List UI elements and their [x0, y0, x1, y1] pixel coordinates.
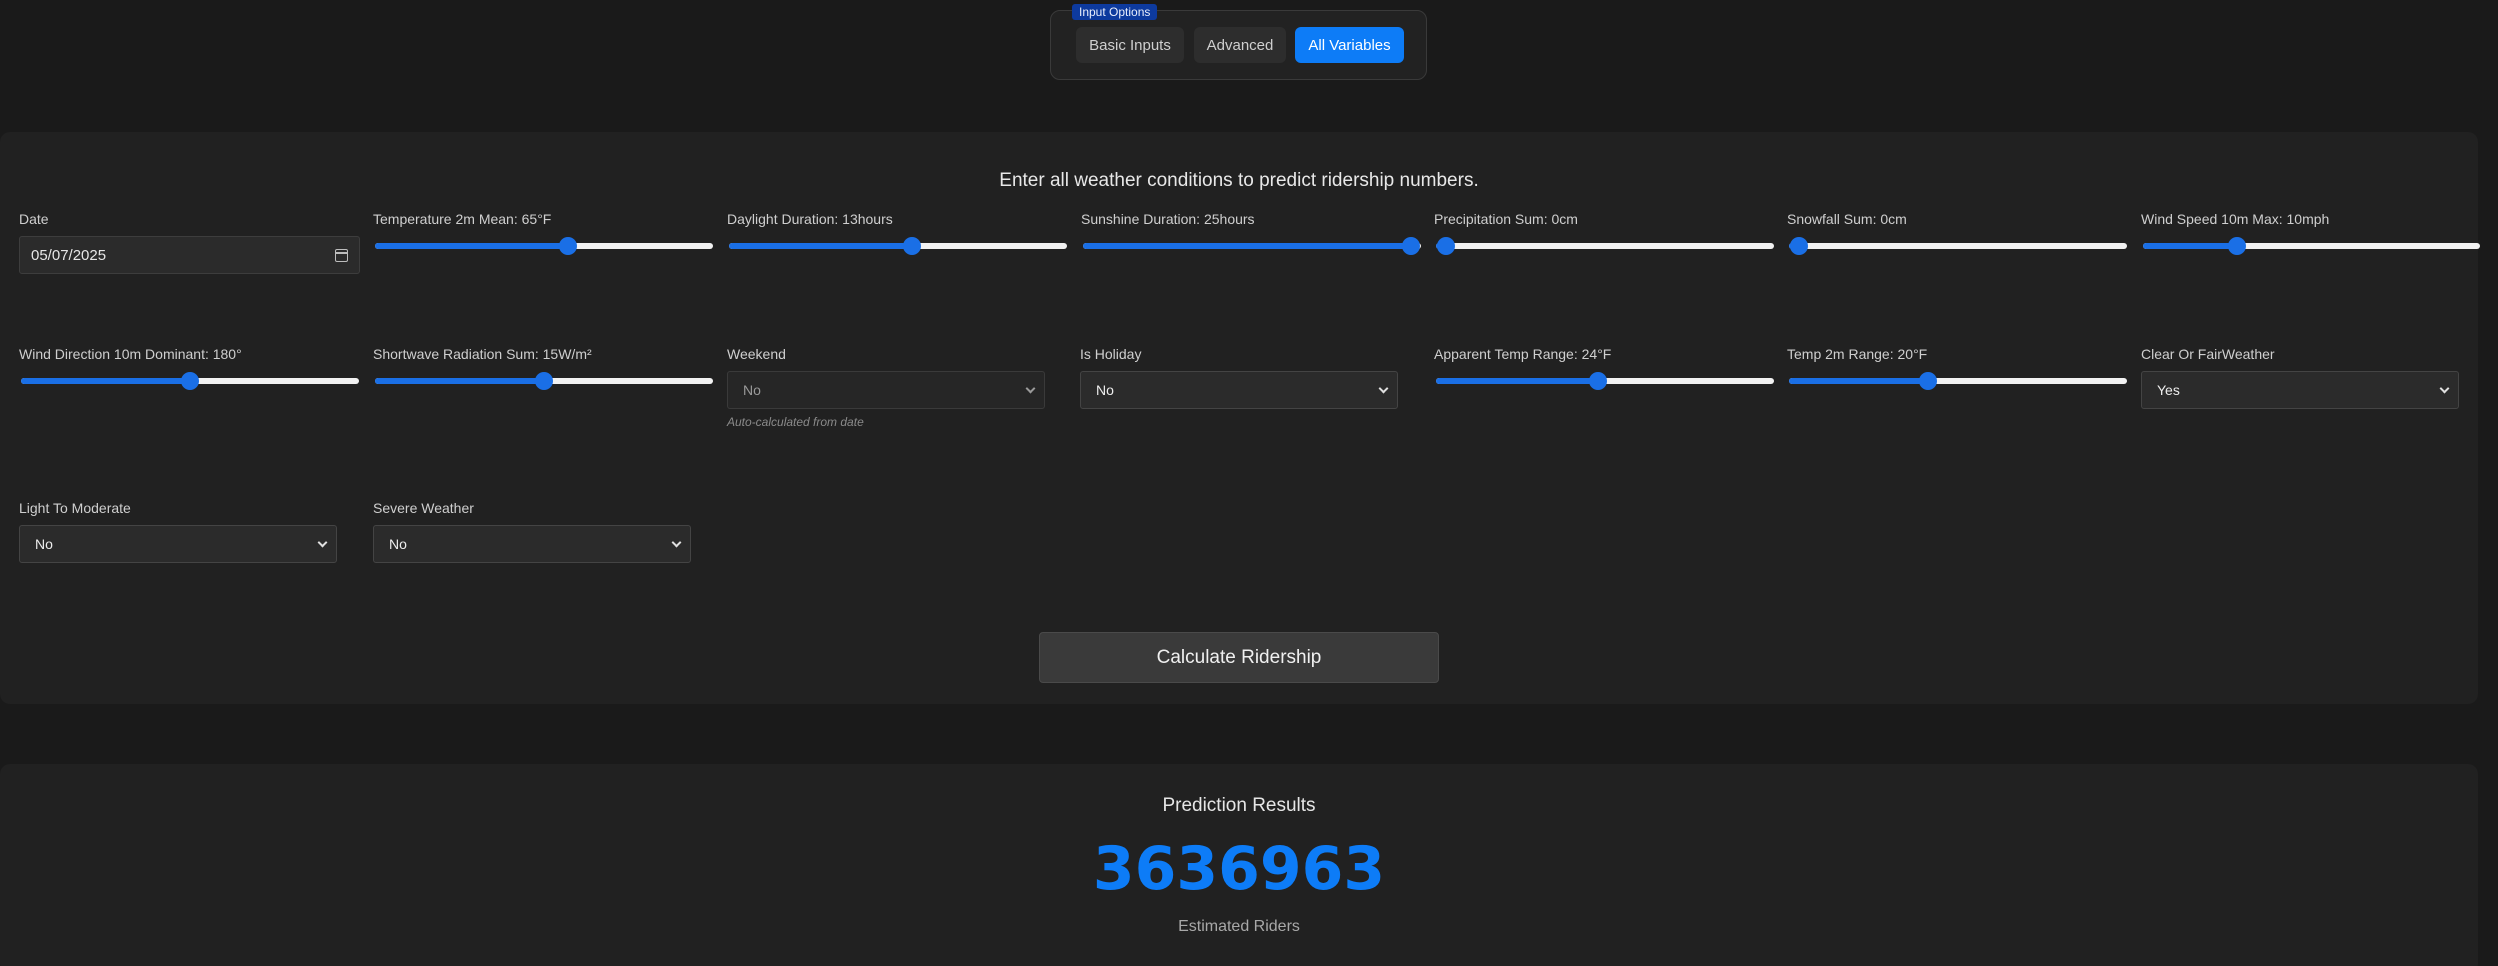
- precipitation-label: Precipitation Sum: 0cm: [1434, 211, 1578, 227]
- severe-weather-label: Severe Weather: [373, 500, 474, 516]
- weekend-value: No: [743, 382, 761, 398]
- wind-direction-field: Wind Direction 10m Dominant: 180°: [19, 346, 362, 391]
- chevron-down-icon: [2439, 383, 2450, 393]
- weekend-hint: Auto-calculated from date: [727, 415, 864, 429]
- sunshine-label: Sunshine Duration: 25hours: [1081, 211, 1255, 227]
- snowfall-slider-thumb[interactable]: [1790, 237, 1808, 255]
- calculate-ridership-button[interactable]: Calculate Ridership: [1039, 632, 1439, 683]
- weekend-label: Weekend: [727, 346, 786, 362]
- severe-weather-field: Severe Weather No: [373, 500, 716, 563]
- chevron-down-icon: [1378, 383, 1389, 393]
- date-label: Date: [19, 211, 49, 227]
- all-variables-button[interactable]: All Variables: [1295, 27, 1404, 63]
- holiday-value: No: [1096, 382, 1114, 398]
- temp-range-slider[interactable]: [1787, 371, 2127, 391]
- holiday-field: Is Holiday No: [1080, 346, 1423, 409]
- calendar-icon[interactable]: [335, 248, 348, 262]
- precipitation-field: Precipitation Sum: 0cm: [1434, 211, 1777, 256]
- light-moderate-field: Light To Moderate No: [19, 500, 362, 563]
- severe-weather-value: No: [389, 536, 407, 552]
- wind-direction-slider-thumb[interactable]: [181, 372, 199, 390]
- holiday-select[interactable]: No: [1080, 371, 1398, 409]
- precipitation-slider[interactable]: [1434, 236, 1774, 256]
- clear-fair-label: Clear Or FairWeather: [2141, 346, 2275, 362]
- daylight-slider[interactable]: [727, 236, 1067, 256]
- form-intro: Enter all weather conditions to predict …: [999, 170, 1479, 191]
- temp-range-field: Temp 2m Range: 20°F: [1787, 346, 2130, 391]
- input-options-group: Input Options Basic Inputs Advanced All …: [1050, 4, 1427, 80]
- date-input[interactable]: 05/07/2025: [19, 236, 360, 274]
- precipitation-slider-thumb[interactable]: [1437, 237, 1455, 255]
- light-moderate-select[interactable]: No: [19, 525, 337, 563]
- temp-range-label: Temp 2m Range: 20°F: [1787, 346, 1928, 362]
- apparent-range-label: Apparent Temp Range: 24°F: [1434, 346, 1612, 362]
- shortwave-field: Shortwave Radiation Sum: 15W/m²: [373, 346, 716, 391]
- clear-fair-select[interactable]: Yes: [2141, 371, 2459, 409]
- prediction-results-panel: Prediction Results 3636963 Estimated Rid…: [0, 764, 2478, 966]
- results-value: 3636963: [1092, 834, 1386, 904]
- clear-fair-field: Clear Or FairWeather Yes: [2141, 346, 2484, 409]
- holiday-label: Is Holiday: [1080, 346, 1142, 362]
- chevron-down-icon: [1025, 383, 1036, 393]
- weekend-select: No: [727, 371, 1045, 409]
- weather-form-panel: Enter all weather conditions to predict …: [0, 132, 2480, 704]
- snowfall-slider[interactable]: [1787, 236, 2127, 256]
- temperature-label: Temperature 2m Mean: 65°F: [373, 211, 552, 227]
- daylight-slider-thumb[interactable]: [903, 237, 921, 255]
- apparent-range-slider[interactable]: [1434, 371, 1774, 391]
- apparent-range-field: Apparent Temp Range: 24°F: [1434, 346, 1777, 391]
- basic-inputs-button[interactable]: Basic Inputs: [1076, 27, 1184, 63]
- clear-fair-value: Yes: [2157, 382, 2180, 398]
- daylight-label: Daylight Duration: 13hours: [727, 211, 893, 227]
- snowfall-field: Snowfall Sum: 0cm: [1787, 211, 2130, 256]
- wind-direction-label: Wind Direction 10m Dominant: 180°: [19, 346, 242, 362]
- temperature-slider-thumb[interactable]: [559, 237, 577, 255]
- input-options-legend: Input Options: [1072, 4, 1158, 20]
- daylight-field: Daylight Duration: 13hours: [727, 211, 1070, 256]
- temp-range-slider-thumb[interactable]: [1919, 372, 1937, 390]
- temperature-field: Temperature 2m Mean: 65°F: [373, 211, 716, 256]
- light-moderate-label: Light To Moderate: [19, 500, 131, 516]
- date-value: 05/07/2025: [31, 246, 107, 264]
- sunshine-slider[interactable]: [1081, 236, 1421, 256]
- sunshine-field: Sunshine Duration: 25hours: [1081, 211, 1424, 256]
- date-field: Date 05/07/2025: [19, 211, 362, 274]
- wind-speed-slider-thumb[interactable]: [2228, 237, 2246, 255]
- shortwave-slider-thumb[interactable]: [535, 372, 553, 390]
- shortwave-label: Shortwave Radiation Sum: 15W/m²: [373, 346, 592, 362]
- light-moderate-value: No: [35, 536, 53, 552]
- advanced-button[interactable]: Advanced: [1194, 27, 1286, 63]
- results-title: Prediction Results: [1162, 795, 1316, 816]
- wind-speed-label: Wind Speed 10m Max: 10mph: [2141, 211, 2330, 227]
- wind-speed-field: Wind Speed 10m Max: 10mph: [2141, 211, 2484, 256]
- wind-speed-slider[interactable]: [2141, 236, 2480, 256]
- chevron-down-icon: [671, 537, 682, 547]
- snowfall-label: Snowfall Sum: 0cm: [1787, 211, 1907, 227]
- shortwave-slider[interactable]: [373, 371, 713, 391]
- chevron-down-icon: [317, 537, 328, 547]
- wind-direction-slider[interactable]: [19, 371, 359, 391]
- temperature-slider[interactable]: [373, 236, 713, 256]
- results-subtitle: Estimated Riders: [1178, 918, 1300, 935]
- apparent-range-slider-thumb[interactable]: [1589, 372, 1607, 390]
- weekend-field: Weekend No Auto-calculated from date: [727, 346, 1070, 429]
- severe-weather-select[interactable]: No: [373, 525, 691, 563]
- sunshine-slider-thumb[interactable]: [1402, 237, 1420, 255]
